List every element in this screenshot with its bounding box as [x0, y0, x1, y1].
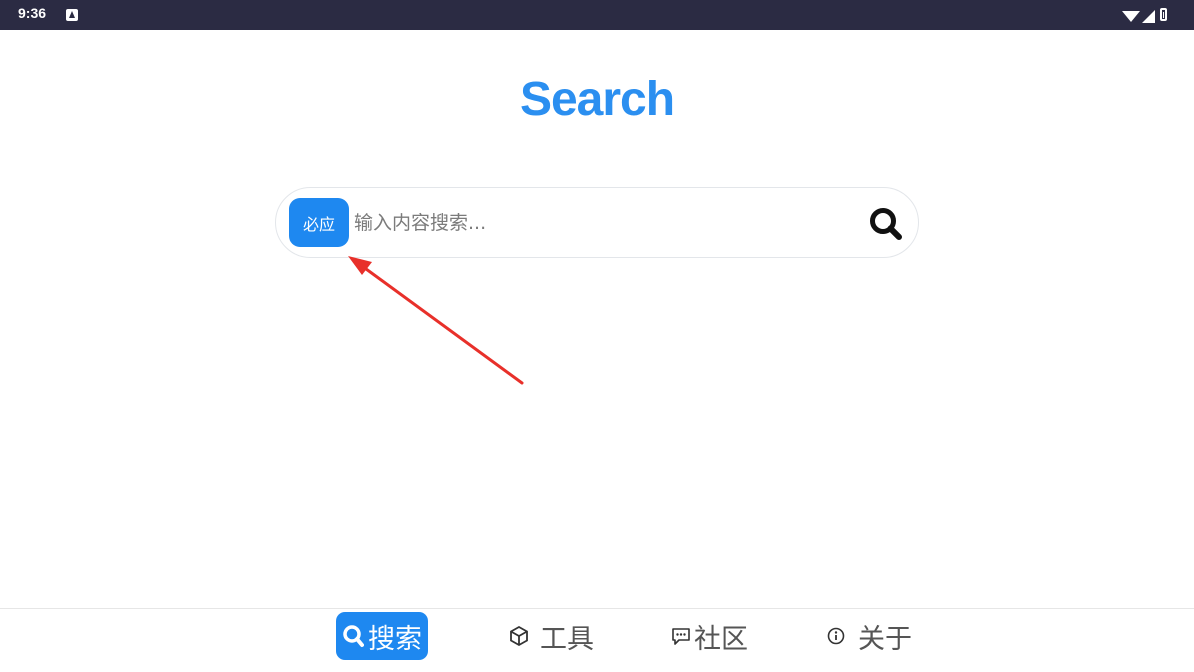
tab-search-label: 搜索	[368, 623, 422, 655]
status-time: 9:36	[18, 5, 47, 21]
tab-tools[interactable]: 工具	[508, 612, 594, 660]
search-input[interactable]	[354, 205, 814, 241]
search-icon	[343, 625, 364, 647]
search-bar: 必应	[275, 187, 919, 258]
search-button[interactable]	[866, 204, 906, 244]
wifi-icon	[1122, 11, 1140, 22]
signal-icon	[1142, 10, 1155, 23]
search-engine-button[interactable]: 必应	[289, 198, 349, 247]
search-icon	[870, 208, 902, 240]
tab-community[interactable]: 社区	[670, 612, 748, 660]
tab-community-label: 社区	[694, 623, 748, 655]
tab-search[interactable]: 搜索	[336, 612, 428, 660]
bottom-divider	[0, 608, 1194, 609]
system-icons	[1120, 7, 1180, 23]
tab-tools-label: 工具	[540, 623, 594, 655]
chat-icon	[672, 628, 690, 645]
notification-icon	[66, 9, 78, 21]
page-title: Search	[519, 73, 675, 126]
tab-about[interactable]: 关于	[826, 612, 912, 660]
battery-icon	[1160, 8, 1167, 21]
status-bar: 9:36	[0, 0, 1194, 30]
cube-icon	[510, 625, 528, 647]
info-icon	[827, 627, 845, 645]
tab-about-label: 关于	[858, 623, 912, 655]
